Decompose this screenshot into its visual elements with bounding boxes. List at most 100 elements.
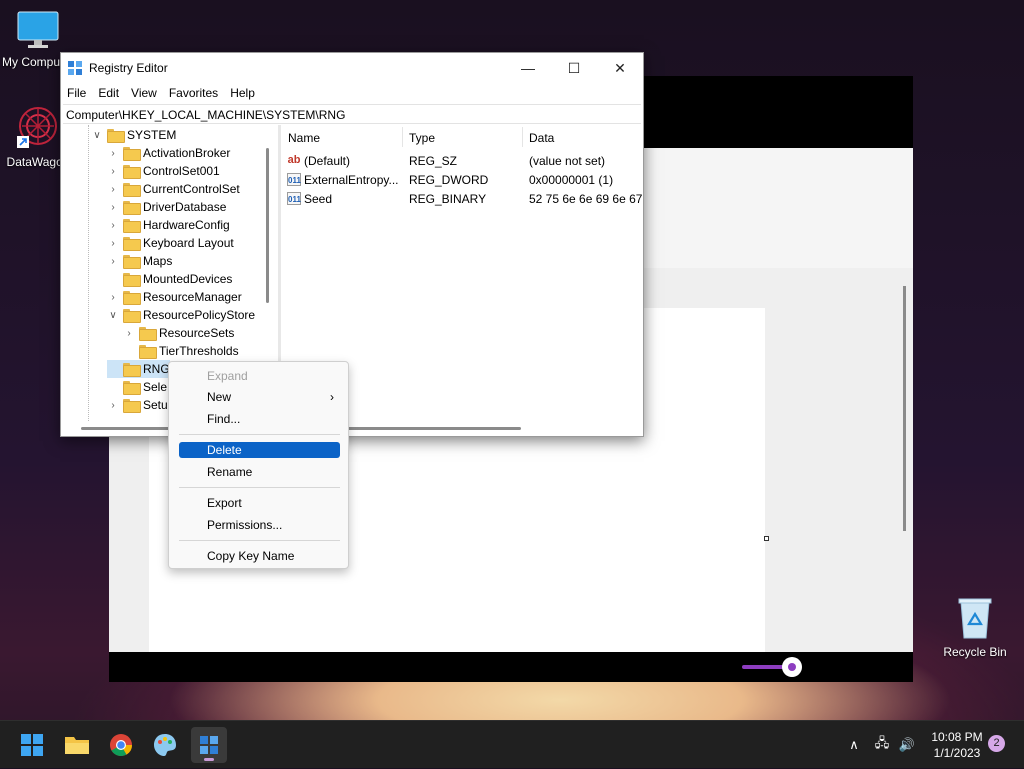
tray-overflow-button[interactable]: ∧ — [842, 721, 866, 769]
menu-item-delete[interactable]: Delete — [179, 442, 340, 458]
folder-icon — [123, 237, 141, 251]
tree-item-label: ActivationBroker — [143, 146, 231, 160]
menu-item-new[interactable]: New › — [179, 389, 340, 405]
menu-favorites[interactable]: Favorites — [163, 83, 224, 100]
tree-item-activationbroker[interactable]: › ActivationBroker — [107, 144, 230, 162]
menu-item-expand[interactable]: Expand — [179, 368, 340, 384]
folder-icon — [123, 219, 141, 233]
tree-vertical-scrollbar[interactable] — [266, 148, 269, 303]
tree-item-keyboard-layout[interactable]: › Keyboard Layout — [107, 234, 234, 252]
registry-editor-window: Registry Editor — ☐ ✕ File Edit View Favori… — [60, 52, 644, 437]
notification-badge[interactable]: 2 — [988, 735, 1005, 752]
menu-item-export[interactable]: Export — [179, 495, 340, 511]
chevron-right-icon[interactable]: › — [107, 292, 119, 303]
tree-item-currentcontrolset[interactable]: › CurrentControlSet — [107, 180, 240, 198]
chevron-right-icon[interactable]: › — [107, 238, 119, 249]
tree-item-label: DriverDatabase — [143, 200, 227, 214]
chevron-right-icon[interactable]: › — [107, 220, 119, 231]
column-header-name[interactable]: Name — [288, 131, 320, 145]
tree-item-label: ControlSet001 — [143, 164, 220, 178]
column-header-data[interactable]: Data — [529, 131, 554, 145]
tree-item-label: TierThresholds — [159, 344, 239, 358]
value-name: ExternalEntropy... — [304, 173, 399, 187]
address-bar[interactable]: Computer\HKEY_LOCAL_MACHINE\SYSTEM\RNG — [63, 104, 641, 124]
column-header-type[interactable]: Type — [409, 131, 435, 145]
taskbar-registry-editor[interactable] — [191, 727, 227, 763]
folder-icon — [123, 381, 141, 395]
chevron-right-icon[interactable]: › — [107, 400, 119, 411]
clock-time: 10:08 PM — [931, 730, 983, 744]
tree-item-label: Setu — [143, 398, 168, 412]
title-bar[interactable]: Registry Editor — ☐ ✕ — [61, 53, 643, 83]
network-button[interactable]: 🖧 — [870, 721, 894, 769]
menu-item-find[interactable]: Find... — [179, 411, 340, 427]
start-button[interactable] — [14, 727, 50, 763]
tree-item-rng[interactable]: RNG — [107, 360, 170, 378]
tree-item-hardwareconfig[interactable]: › HardwareConfig — [107, 216, 230, 234]
value-row[interactable]: ab (Default) REG_SZ (value not set) — [282, 151, 643, 170]
tree-item-system[interactable]: ∨ SYSTEM — [91, 126, 176, 144]
menu-edit[interactable]: Edit — [92, 83, 125, 100]
tree-item-label: RNG — [143, 362, 170, 376]
menu-item-copy-key-name[interactable]: Copy Key Name — [179, 548, 340, 564]
chevron-right-icon[interactable]: › — [123, 328, 135, 339]
minimize-button[interactable]: — — [505, 53, 551, 83]
menu-file[interactable]: File — [61, 83, 92, 100]
taskbar-file-explorer[interactable] — [59, 727, 95, 763]
tree-item-sele[interactable]: Sele — [107, 378, 167, 396]
tree-item-controlset001[interactable]: › ControlSet001 — [107, 162, 220, 180]
tree-item-mounteddevices[interactable]: MountedDevices — [107, 270, 232, 288]
chevron-right-icon[interactable]: › — [107, 202, 119, 213]
chevron-right-icon[interactable]: › — [107, 148, 119, 159]
menu-item-rename[interactable]: Rename — [179, 464, 340, 480]
chevron-right-icon[interactable]: › — [107, 166, 119, 177]
folder-icon — [123, 165, 141, 179]
column-separator[interactable] — [402, 127, 403, 147]
context-menu: Expand New › Find... Delete Rename Export… — [168, 361, 349, 569]
menu-help[interactable]: Help — [224, 83, 261, 100]
background-vertical-scrollbar[interactable] — [903, 286, 906, 531]
column-separator[interactable] — [522, 127, 523, 147]
value-row[interactable]: 011 Seed REG_BINARY 52 75 6e 6e 69 6e 67 2 — [282, 189, 643, 208]
minimize-icon: — — [521, 60, 535, 76]
tree-item-maps[interactable]: › Maps — [107, 252, 172, 270]
taskbar-chrome[interactable] — [103, 727, 139, 763]
chevron-right-icon[interactable]: › — [107, 256, 119, 267]
chevron-right-icon[interactable]: › — [107, 184, 119, 195]
maximize-button[interactable]: ☐ — [551, 53, 597, 83]
tree-item-resourcepolicystore[interactable]: ∨ ResourcePolicyStore — [107, 306, 255, 324]
windows-start-icon — [21, 734, 43, 756]
value-row[interactable]: 011 ExternalEntropy... REG_DWORD 0x00000001… — [282, 170, 643, 189]
resize-handle[interactable] — [764, 536, 769, 541]
zoom-slider-knob[interactable] — [782, 657, 802, 677]
submenu-arrow-icon: › — [330, 390, 334, 404]
tree-item-setu[interactable]: › Setu — [107, 396, 168, 414]
tree-item-label: MountedDevices — [143, 272, 233, 286]
taskbar-clock[interactable]: 10:08 PM 1/1/2023 — [924, 729, 990, 761]
taskbar-paint[interactable] — [147, 727, 183, 763]
folder-icon — [123, 147, 141, 161]
binary-value-icon: 011 — [287, 173, 301, 186]
paint-icon — [154, 734, 176, 756]
menu-view[interactable]: View — [125, 83, 163, 100]
tree-item-driverdatabase[interactable]: › DriverDatabase — [107, 198, 226, 216]
volume-button[interactable]: 🔊 — [895, 721, 919, 769]
chevron-up-icon: ∧ — [849, 737, 859, 752]
network-icon: 🖧 — [874, 735, 890, 750]
tree-item-tierthresholds[interactable]: TierThresholds — [123, 342, 239, 360]
menu-item-new-label: New — [207, 390, 232, 404]
close-button[interactable]: ✕ — [597, 53, 643, 83]
close-icon: ✕ — [614, 59, 626, 76]
menu-item-permissions[interactable]: Permissions... — [179, 517, 340, 533]
registry-editor-icon — [200, 736, 218, 754]
tree-item-resourcemanager[interactable]: › ResourceManager — [107, 288, 242, 306]
chevron-down-icon[interactable]: ∨ — [107, 310, 119, 321]
tree-item-resourcesets[interactable]: › ResourceSets — [123, 324, 234, 342]
clock-date: 1/1/2023 — [933, 746, 981, 760]
menu-separator — [179, 540, 340, 541]
desktop-icon-recycle-bin[interactable]: Recycle Bin — [937, 596, 1013, 659]
chevron-down-icon[interactable]: ∨ — [91, 130, 103, 141]
value-name: (Default) — [304, 154, 351, 168]
folder-icon — [123, 255, 141, 269]
menu-bar: File Edit View Favorites Help — [61, 83, 643, 103]
